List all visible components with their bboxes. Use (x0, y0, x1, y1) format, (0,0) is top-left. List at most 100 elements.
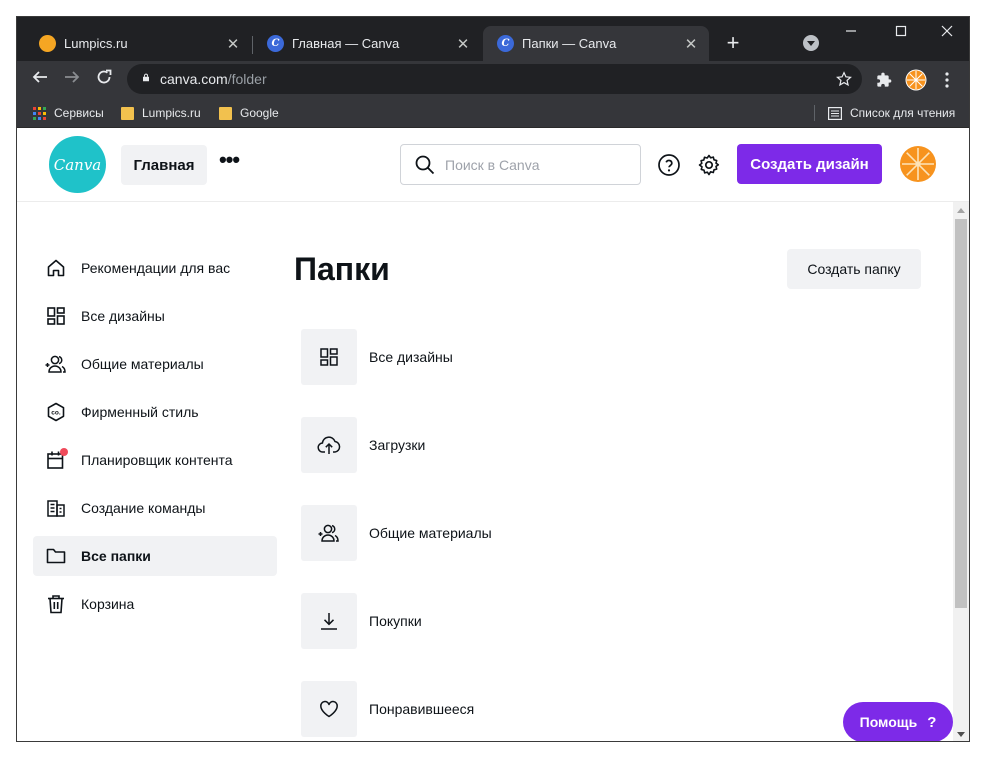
sidebar-item-all-folders[interactable]: Все папки (33, 536, 277, 576)
canva-header: Canva Главная ••• Создать дизайн (17, 128, 969, 202)
tab-title: Главная — Canva (292, 36, 400, 51)
bookmark-label: Сервисы (54, 106, 104, 120)
calendar-icon (45, 448, 68, 471)
home-icon (45, 257, 67, 279)
sidebar-item-shared[interactable]: Общие материалы (33, 344, 277, 384)
tab-strip: Lumpics.ru ✕ C Главная — Canva ✕ C Папки… (17, 17, 969, 61)
tab-close-icon[interactable]: ✕ (225, 36, 241, 53)
browser-window: Lumpics.ru ✕ C Главная — Canva ✕ C Папки… (16, 16, 970, 742)
grid-icon (301, 329, 357, 385)
people-icon (301, 505, 357, 561)
create-design-button[interactable]: Создать дизайн (737, 144, 882, 184)
folder-item-purchases[interactable]: Покупки (301, 593, 721, 649)
svg-text:co.: co. (51, 410, 61, 417)
folder-item-shared[interactable]: Общие материалы (301, 505, 721, 561)
canva-logo[interactable]: Canva (49, 136, 106, 193)
settings-gear-icon[interactable] (697, 153, 721, 177)
apps-grid-icon (33, 106, 46, 120)
folder-item-uploads[interactable]: Загрузки (301, 417, 721, 473)
canva-favicon-icon: C (497, 35, 514, 52)
question-mark-icon: ? (927, 713, 937, 731)
url-host: canva.com (160, 71, 228, 87)
sidebar-item-recommendations[interactable]: Рекомендации для вас (33, 248, 277, 288)
tab-title: Lumpics.ru (64, 36, 128, 51)
close-icon (941, 25, 953, 37)
tab-search-icon[interactable] (803, 35, 819, 51)
maximize-button[interactable] (881, 21, 921, 45)
sidebar-item-create-team[interactable]: Создание команды (33, 488, 277, 528)
new-tab-button[interactable]: + (721, 32, 745, 56)
profile-avatar[interactable] (903, 67, 929, 93)
sidebar-item-label: Рекомендации для вас (81, 260, 231, 276)
maximize-icon (895, 25, 907, 37)
tab-close-icon[interactable]: ✕ (455, 36, 471, 53)
tab-canva-home[interactable]: C Главная — Canva ✕ (253, 26, 481, 61)
canva-page: Canva Главная ••• Создать дизайн (17, 128, 969, 741)
sidebar-item-label: Общие материалы (81, 356, 204, 372)
bookmark-label: Google (240, 106, 279, 120)
bookmark-star-icon[interactable] (836, 71, 852, 87)
bookmark-services[interactable]: Сервисы (33, 104, 104, 122)
url-text: canva.com/folder (160, 71, 267, 87)
folder-label: Все дизайны (369, 349, 453, 365)
tab-lumpics[interactable]: Lumpics.ru ✕ (25, 26, 251, 61)
search-input[interactable] (445, 154, 625, 176)
sidebar-item-all-designs[interactable]: Все дизайны (33, 296, 277, 336)
url-path: /folder (227, 71, 267, 87)
lumpics-favicon-icon (39, 35, 56, 52)
home-button[interactable]: Главная (121, 145, 207, 185)
sidebar-item-label: Корзина (81, 596, 135, 612)
create-folder-button[interactable]: Создать папку (787, 249, 921, 289)
folder-label: Понравившееся (369, 701, 475, 717)
address-bar[interactable]: canva.com/folder (127, 64, 862, 94)
sidebar-item-trash[interactable]: Корзина (33, 584, 277, 624)
bookmark-lumpics[interactable]: Lumpics.ru (121, 104, 201, 122)
reading-list-button[interactable]: Список для чтения (828, 104, 955, 122)
reading-list-icon (828, 106, 842, 120)
tab-canva-folders[interactable]: C Папки — Canva ✕ (483, 26, 709, 61)
close-window-button[interactable] (927, 21, 967, 45)
minimize-icon (846, 30, 856, 32)
puzzle-icon (877, 72, 892, 87)
reading-list-label: Список для чтения (850, 106, 956, 120)
scroll-up-arrow-icon[interactable] (957, 208, 965, 213)
building-icon (45, 497, 67, 519)
notification-dot (60, 448, 68, 456)
canva-favicon-icon: C (267, 35, 284, 52)
scrollbar-thumb[interactable] (955, 219, 967, 608)
folder-item-all-designs[interactable]: Все дизайны (301, 329, 721, 385)
reload-icon (97, 69, 112, 84)
brand-kit-icon: co. (45, 401, 67, 423)
sidebar-item-content-planner[interactable]: Планировщик контента (33, 440, 277, 480)
forward-button[interactable] (59, 67, 85, 93)
help-label: Помощь (859, 714, 918, 730)
sidebar-item-label: Планировщик контента (81, 452, 233, 468)
arrow-right-icon (65, 71, 80, 83)
extensions-button[interactable] (871, 67, 897, 93)
folder-item-liked[interactable]: Понравившееся (301, 681, 721, 737)
people-icon (45, 353, 67, 375)
sidebar-item-label: Все папки (81, 548, 151, 564)
page-scrollbar[interactable] (953, 202, 969, 741)
sidebar-item-brand-kit[interactable]: co. Фирменный стиль (33, 392, 277, 432)
user-avatar[interactable] (899, 145, 937, 183)
browser-toolbar: canva.com/folder (17, 61, 969, 98)
help-circle-icon[interactable] (657, 153, 681, 177)
minimize-button[interactable] (831, 21, 871, 45)
bookmark-google[interactable]: Google (219, 104, 279, 122)
reload-button[interactable] (91, 67, 117, 93)
more-menu-button[interactable]: ••• (217, 149, 241, 177)
scroll-down-arrow-icon[interactable] (957, 732, 965, 737)
search-box[interactable] (400, 144, 641, 185)
orange-avatar-icon (905, 69, 927, 91)
grid-icon (45, 305, 67, 327)
sidebar-item-label: Все дизайны (81, 308, 165, 324)
browser-menu-button[interactable] (937, 67, 957, 93)
help-button[interactable]: Помощь ? (843, 702, 953, 741)
tab-close-icon[interactable]: ✕ (683, 36, 699, 53)
heart-icon (301, 681, 357, 737)
sidebar-item-label: Создание команды (81, 500, 206, 516)
kebab-menu-icon (945, 72, 949, 88)
back-button[interactable] (27, 67, 53, 93)
tab-title: Папки — Canva (522, 36, 617, 51)
